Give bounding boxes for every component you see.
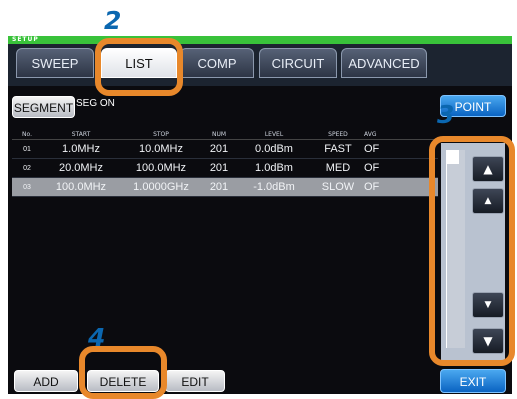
- cell-level: 0.0dBm: [255, 143, 293, 155]
- tab-comp[interactable]: COMP: [180, 48, 254, 78]
- setup-header-bar: [8, 36, 512, 44]
- cell-speed: FAST: [324, 143, 352, 155]
- tab-sweep[interactable]: SWEEP: [16, 48, 94, 78]
- segment-state-text: SEG ON: [76, 98, 115, 109]
- highlight-list-tab: [95, 38, 183, 96]
- cell-avg: OF: [364, 143, 380, 155]
- cell-level: -1.0dBm: [253, 181, 295, 193]
- cell-no: 02: [23, 164, 31, 172]
- table-row[interactable]: 01 1.0MHz 10.0MHz 201 0.0dBm FAST OF: [12, 140, 438, 159]
- cell-num: 201: [209, 162, 229, 174]
- cell-stop: 10.0MHz: [138, 143, 184, 155]
- cell-speed: MED: [325, 162, 351, 174]
- cell-num: 201: [209, 143, 229, 155]
- cell-stop: 100.0MHz: [135, 162, 187, 174]
- cell-speed: SLOW: [321, 181, 355, 193]
- tab-circuit[interactable]: CIRCUIT: [259, 48, 337, 78]
- setup-label: SETUP: [12, 36, 39, 43]
- highlight-scroll-buttons: [429, 136, 515, 366]
- callout-number-2: 2: [104, 6, 122, 35]
- segment-list-table: No. START STOP NUM LEVEL SPEED AVG 01 1.…: [12, 129, 438, 197]
- table-row[interactable]: 02 20.0MHz 100.0MHz 201 1.0dBm MED OF: [12, 159, 438, 178]
- col-num: NUM: [211, 130, 227, 138]
- cell-stop: 1.0000GHz: [133, 181, 189, 193]
- add-button[interactable]: ADD: [14, 370, 78, 392]
- cell-no: 01: [23, 145, 31, 153]
- edit-button[interactable]: EDIT: [165, 370, 225, 392]
- col-stop: STOP: [153, 130, 169, 138]
- callout-number-4: 4: [88, 323, 106, 352]
- cell-start: 20.0MHz: [58, 162, 104, 174]
- exit-button[interactable]: EXIT: [440, 369, 506, 393]
- cell-start: 1.0MHz: [62, 143, 100, 155]
- col-no: No.: [22, 130, 32, 138]
- segment-button[interactable]: SEGMENT: [12, 96, 75, 118]
- table-header: No. START STOP NUM LEVEL SPEED AVG: [12, 129, 438, 140]
- col-speed: SPEED: [328, 130, 348, 138]
- col-level: LEVEL: [264, 130, 284, 138]
- cell-no: 03: [23, 183, 31, 191]
- tab-advanced[interactable]: ADVANCED: [341, 48, 427, 78]
- callout-number-3: 3: [437, 100, 455, 129]
- cell-num: 201: [209, 181, 229, 193]
- highlight-delete-button: [79, 346, 167, 399]
- cell-avg: OF: [364, 162, 380, 174]
- col-start: START: [71, 130, 91, 138]
- table-row-selected[interactable]: 03 100.0MHz 1.0000GHz 201 -1.0dBm SLOW O…: [12, 178, 438, 197]
- cell-level: 1.0dBm: [255, 162, 293, 174]
- cell-avg: OF: [364, 181, 380, 193]
- col-avg: AVG: [364, 130, 377, 138]
- cell-start: 100.0MHz: [55, 181, 107, 193]
